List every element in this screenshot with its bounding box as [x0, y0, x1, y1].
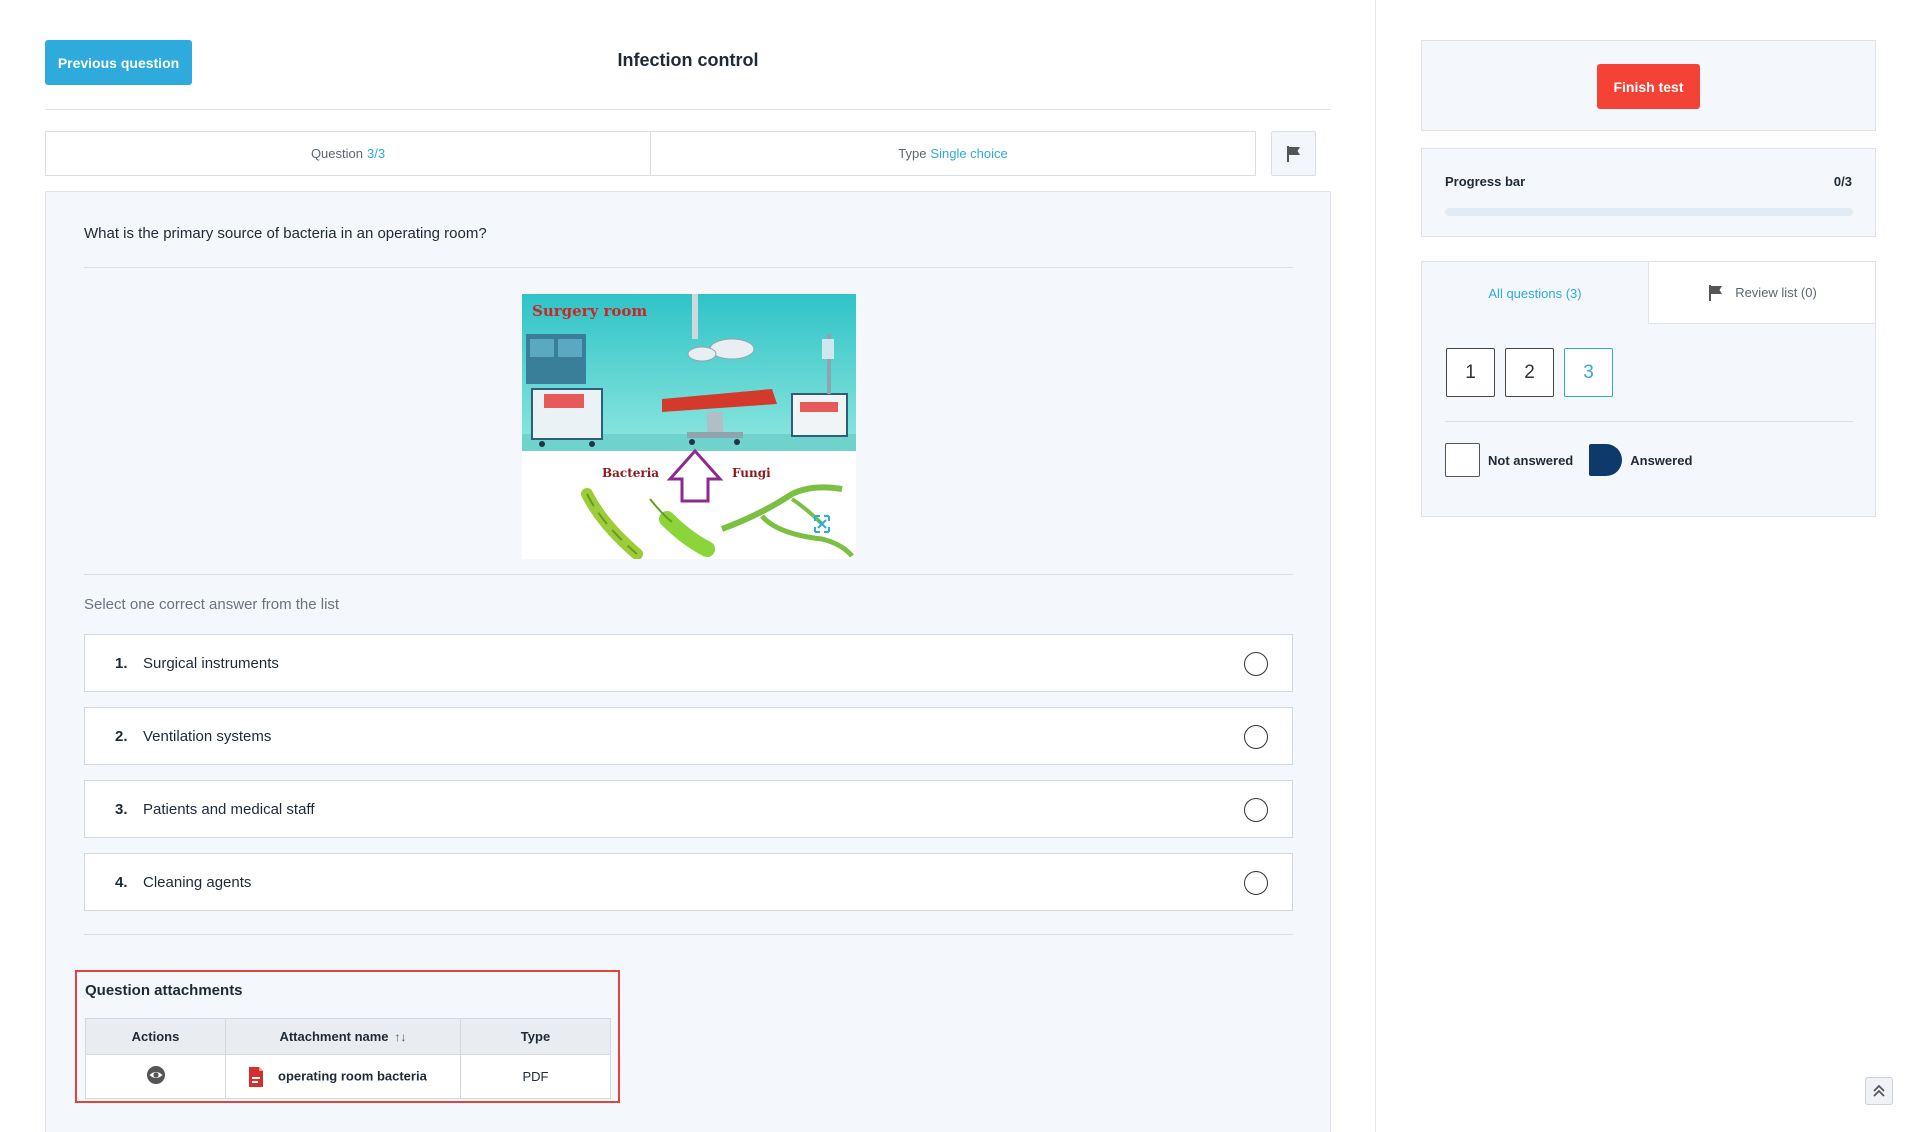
- option-label: Patients and medical staff: [143, 800, 315, 818]
- previous-question-button[interactable]: Previous question: [45, 40, 192, 85]
- double-chevron-up-icon: [1873, 1084, 1885, 1097]
- option-radio[interactable]: [1244, 798, 1268, 822]
- flag-icon: [1709, 284, 1723, 301]
- column-attachment-name[interactable]: Attachment name ↑↓: [225, 1018, 461, 1055]
- progress-count: 0/3: [1833, 174, 1852, 189]
- legend-not-answered: Not answered: [1488, 452, 1574, 468]
- question-text: What is the primary source of bacteria i…: [84, 225, 487, 242]
- question-number-button-current[interactable]: 3: [1564, 348, 1613, 397]
- progress-card: Progress bar 0/3: [1421, 148, 1876, 237]
- question-counter-label: Question: [310, 146, 363, 161]
- option-label: Cleaning agents: [143, 873, 252, 891]
- attachment-name: operating room bacteria: [278, 1067, 427, 1083]
- progress-bar: [1445, 208, 1853, 216]
- page-title: Infection control: [617, 50, 759, 70]
- tab-review-list[interactable]: Review list (0): [1648, 262, 1875, 324]
- divider: [84, 267, 1293, 268]
- option-number: 4.: [115, 873, 128, 891]
- option-radio[interactable]: [1244, 871, 1268, 895]
- question-meta-bar: Question 3/3 Type Single choice: [45, 131, 1256, 176]
- option-number: 1.: [115, 654, 128, 672]
- column-actions: Actions: [85, 1018, 226, 1055]
- option-number: 3.: [115, 800, 128, 818]
- test-page: Previous question Infection control Ques…: [0, 0, 1909, 1132]
- divider: [1445, 421, 1853, 422]
- finish-card: Finish test: [1421, 40, 1876, 131]
- question-number-button[interactable]: 2: [1505, 348, 1554, 397]
- not-answered-swatch: [1445, 443, 1480, 477]
- answer-option-1[interactable]: 1. Surgical instruments: [84, 634, 1293, 692]
- progress-label: Progress bar: [1445, 174, 1526, 189]
- navigator-tabs: All questions (3) Review list (0): [1422, 262, 1875, 324]
- answer-instruction: Select one correct answer from the list: [84, 596, 340, 613]
- answer-option-2[interactable]: 2. Ventilation systems: [84, 707, 1293, 765]
- question-counter-value: 3/3: [366, 146, 386, 161]
- attachments-table: Actions Attachment name ↑↓ Type operatin…: [85, 1018, 611, 1099]
- image-caption-bacteria: Bacteria: [602, 466, 659, 480]
- finish-test-button[interactable]: Finish test: [1597, 64, 1700, 109]
- tab-all-questions[interactable]: All questions (3): [1422, 262, 1648, 324]
- option-label: Ventilation systems: [143, 727, 272, 745]
- main-panel: Previous question Infection control Ques…: [0, 0, 1376, 1132]
- answered-swatch: [1589, 444, 1623, 476]
- sort-icon[interactable]: ↑↓: [395, 1030, 407, 1044]
- row-attachment-name[interactable]: operating room bacteria: [225, 1054, 461, 1099]
- table-row: operating room bacteria PDF: [85, 1054, 611, 1099]
- eye-icon[interactable]: [146, 1065, 166, 1085]
- tab-review-list-label: Review list (0): [1735, 285, 1817, 300]
- image-caption-fungi: Fungi: [732, 466, 771, 480]
- row-actions: [85, 1054, 226, 1099]
- column-type: Type: [460, 1018, 611, 1055]
- divider: [84, 574, 1293, 575]
- pdf-file-icon: [249, 1066, 263, 1087]
- question-number-list: 1 2 3: [1446, 348, 1613, 397]
- option-number: 2.: [115, 727, 128, 745]
- column-attachment-name-label: Attachment name: [279, 1029, 389, 1044]
- flag-question-button[interactable]: [1271, 131, 1316, 176]
- attachments-title: Question attachments: [85, 982, 243, 999]
- question-attachments: Question attachments Actions Attachment …: [75, 970, 620, 1103]
- status-legend: Not answered Answered: [1445, 443, 1692, 477]
- question-type-label: Type: [898, 146, 927, 161]
- option-label: Surgical instruments: [143, 654, 279, 672]
- option-radio[interactable]: [1244, 725, 1268, 749]
- divider: [84, 934, 1293, 935]
- question-navigator: All questions (3) Review list (0) 1 2 3 …: [1421, 261, 1876, 517]
- answer-option-3[interactable]: 3. Patients and medical staff: [84, 780, 1293, 838]
- question-image[interactable]: Surgery room Bacteria Fungi: [522, 294, 856, 559]
- question-type-value: Single choice: [930, 146, 1008, 161]
- question-type: Type Single choice: [650, 132, 1255, 175]
- top-bar: Previous question Infection control: [45, 40, 1331, 110]
- option-radio[interactable]: [1244, 652, 1268, 676]
- legend-answered: Answered: [1630, 452, 1693, 468]
- scroll-to-top-button[interactable]: [1865, 1077, 1893, 1105]
- row-type: PDF: [460, 1054, 611, 1099]
- answer-option-4[interactable]: 4. Cleaning agents: [84, 853, 1293, 911]
- question-number-button[interactable]: 1: [1446, 348, 1495, 397]
- question-card: What is the primary source of bacteria i…: [45, 191, 1331, 1132]
- flag-icon: [1286, 145, 1300, 162]
- image-caption-surgery-room: Surgery room: [532, 302, 647, 320]
- question-counter: Question 3/3: [46, 132, 650, 175]
